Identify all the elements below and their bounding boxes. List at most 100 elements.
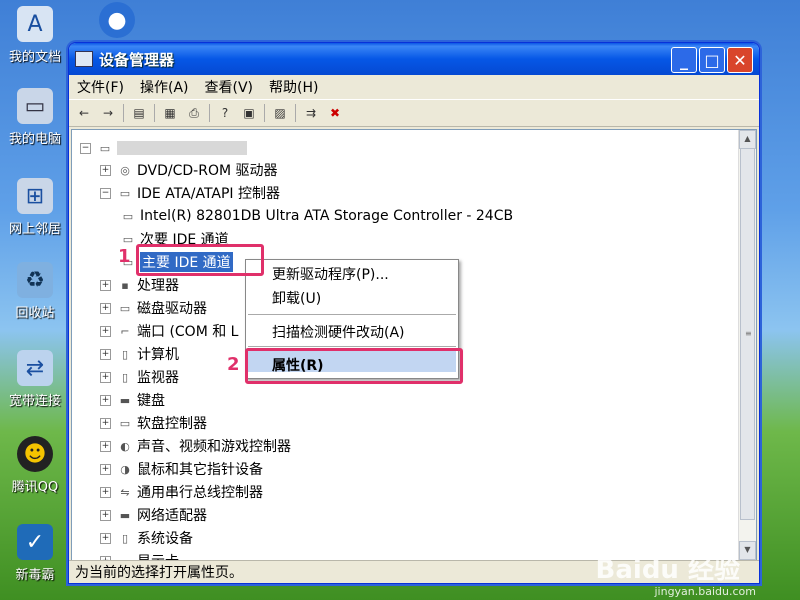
scroll-grip-icon: ≡ [745, 329, 752, 338]
tree-node[interactable]: − ▭ IDE ATA/ATAPI 控制器 [100, 183, 280, 203]
expand-icon[interactable]: + [100, 325, 111, 337]
step-marker-2: 2 [227, 354, 240, 375]
tree-node-label: IDE ATA/ATAPI 控制器 [137, 186, 281, 202]
maximize-button[interactable]: □ [699, 47, 725, 73]
drive-icon: ▭ [122, 209, 134, 223]
close-button[interactable]: ✕ [727, 47, 753, 73]
show-hide-tree-icon[interactable]: ▤ [130, 104, 148, 122]
desktop-icon-recycle-bin[interactable]: ♻ 回收站 [0, 262, 70, 321]
expand-icon[interactable]: + [100, 371, 111, 383]
print-icon[interactable]: ⎙ [185, 104, 203, 122]
menu-item-update-driver[interactable]: 更新驱动程序(P)... [272, 264, 389, 284]
tree-node[interactable]: + ⌐ 端口 (COM 和 L [100, 321, 239, 341]
help-icon[interactable]: ? [216, 104, 234, 122]
back-arrow-icon[interactable]: ← [75, 104, 93, 122]
expand-icon[interactable]: + [100, 279, 111, 291]
broadband-icon: ⇄ [17, 350, 53, 386]
toolbar-separator [295, 104, 296, 122]
port-icon: ⌐ [120, 324, 130, 338]
tree-node[interactable]: + ⇋ 通用串行总线控制器 [100, 482, 263, 502]
tree-node-label: 软盘控制器 [137, 416, 207, 432]
qq-icon: ☻ [17, 436, 53, 472]
tree-node[interactable]: + ◎ DVD/CD-ROM 驱动器 [100, 160, 278, 180]
expand-icon[interactable]: + [100, 394, 111, 406]
vertical-scrollbar[interactable]: ▲ ≡ ▼ [738, 130, 756, 560]
desktop-icon-documents[interactable]: A 我的文档 [0, 6, 70, 65]
sound-icon: ◐ [120, 439, 130, 453]
menu-action[interactable]: 操作(A) [132, 77, 197, 97]
cpu-icon: ▪ [121, 278, 129, 292]
desktop-icon-ie[interactable]: ● [92, 2, 142, 42]
computer-icon: ▭ [17, 88, 53, 124]
tree-node[interactable]: + ▬ 网络适配器 [100, 505, 207, 525]
uninstall-icon[interactable]: ✖ [326, 104, 344, 122]
expand-icon[interactable]: + [100, 348, 111, 360]
view-icon[interactable]: ▣ [240, 104, 258, 122]
desktop-icon-qq[interactable]: ☻ 腾讯QQ [0, 436, 70, 495]
expand-icon[interactable]: + [100, 164, 111, 176]
tree-node-label: 处理器 [137, 278, 179, 294]
menu-file[interactable]: 文件(F) [69, 77, 132, 97]
tree-node[interactable]: + ▯ 监视器 [100, 367, 179, 387]
tree-node-label: 系统设备 [137, 531, 193, 547]
tree-node[interactable]: + ▯ 计算机 [100, 344, 179, 364]
tree-node-label: 计算机 [137, 347, 179, 363]
tree-node[interactable]: + ▭ 软盘控制器 [100, 413, 207, 433]
globe-icon: ● [99, 2, 135, 38]
tree-node-label: Intel(R) 82801DB Ultra ATA Storage Contr… [140, 208, 514, 224]
menu-view[interactable]: 查看(V) [197, 77, 262, 97]
toolbar-separator [123, 104, 124, 122]
controller-icon: ▭ [119, 186, 131, 200]
update-driver-icon[interactable]: ⇉ [302, 104, 320, 122]
computer-name-redacted [117, 141, 247, 155]
desktop-icon-broadband[interactable]: ⇄ 宽带连接 [0, 350, 70, 409]
minimize-button[interactable]: _ [671, 47, 697, 73]
expand-icon[interactable]: + [100, 302, 111, 314]
network-card-icon: ▬ [119, 508, 131, 522]
tree-node[interactable]: ▭ Intel(R) 82801DB Ultra ATA Storage Cont… [120, 206, 513, 226]
expand-icon[interactable]: + [100, 417, 111, 429]
title-bar[interactable]: 设备管理器 _ □ ✕ [69, 43, 759, 75]
expand-icon[interactable]: + [100, 463, 111, 475]
tree-node-label: 键盘 [137, 393, 165, 409]
collapse-icon[interactable]: − [80, 142, 91, 154]
menu-item-uninstall[interactable]: 卸载(U) [272, 288, 321, 308]
tree-root[interactable]: − ▭ [80, 138, 247, 158]
expand-icon[interactable]: + [100, 486, 111, 498]
scroll-up-icon[interactable]: ▲ [739, 130, 756, 149]
scroll-thumb[interactable]: ≡ [740, 148, 755, 520]
disk-icon: ▭ [119, 301, 131, 315]
desktop-icon-antivirus[interactable]: ✓ 新毒霸 [0, 524, 70, 583]
scroll-down-icon[interactable]: ▼ [739, 541, 756, 560]
desktop-icon-network[interactable]: ⊞ 网上邻居 [0, 178, 70, 237]
tree-node[interactable]: + ◐ 声音、视频和游戏控制器 [100, 436, 291, 456]
expand-icon[interactable]: + [100, 532, 111, 544]
computer-icon: ▭ [99, 141, 111, 155]
tree-node[interactable]: + ▯ 系统设备 [100, 528, 193, 548]
network-icon: ⊞ [17, 178, 53, 214]
properties-icon[interactable]: ▦ [161, 104, 179, 122]
desktop-icon-computer[interactable]: ▭ 我的电脑 [0, 88, 70, 147]
menu-bar: 文件(F) 操作(A) 查看(V) 帮助(H) [69, 75, 759, 100]
keyboard-icon: ▬ [119, 393, 131, 407]
documents-icon: A [17, 6, 53, 42]
tree-node[interactable]: + ▪ 处理器 [100, 275, 179, 295]
tree-node[interactable]: + ▬ 键盘 [100, 390, 165, 410]
system-icon: ▯ [121, 531, 129, 545]
toolbar-separator [264, 104, 265, 122]
step-marker-1: 1 [118, 246, 131, 267]
antivirus-icon: ✓ [17, 524, 53, 560]
computer-icon: ▯ [121, 347, 129, 361]
expand-icon[interactable]: + [100, 509, 111, 521]
watermark-logo: Baidu 经验 [595, 555, 740, 585]
menu-help[interactable]: 帮助(H) [261, 77, 326, 97]
expand-icon[interactable]: + [100, 440, 111, 452]
forward-arrow-icon[interactable]: → [99, 104, 117, 122]
collapse-icon[interactable]: − [100, 187, 111, 199]
scan-hardware-icon[interactable]: ▨ [271, 104, 289, 122]
menu-item-scan-hardware[interactable]: 扫描检测硬件改动(A) [272, 322, 405, 342]
tree-node[interactable]: + ◑ 鼠标和其它指针设备 [100, 459, 263, 479]
highlight-box-1 [136, 244, 264, 276]
tree-node[interactable]: + ▭ 磁盘驱动器 [100, 298, 207, 318]
usb-icon: ⇋ [120, 485, 130, 499]
